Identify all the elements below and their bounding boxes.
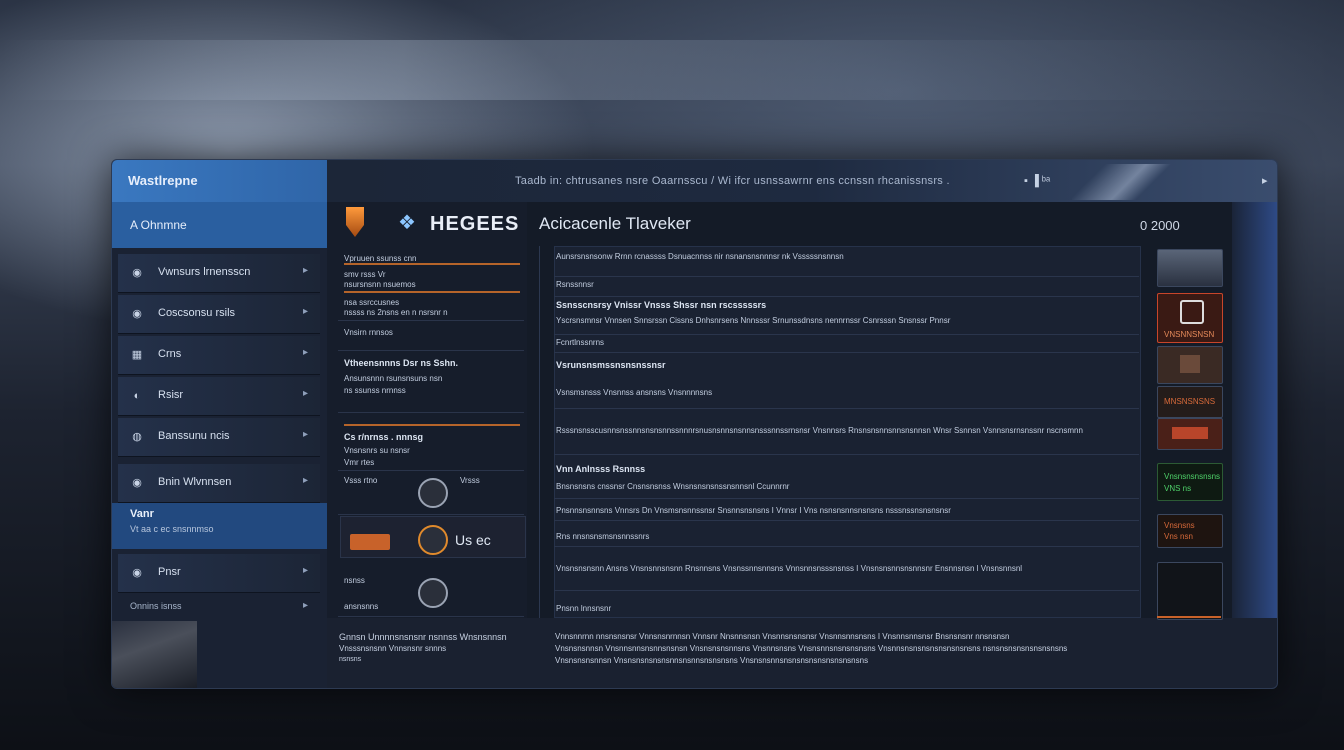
header-graphic <box>1072 164 1202 200</box>
preview-thumb-3[interactable] <box>1157 346 1223 384</box>
preview-thumb-6[interactable]: Vnsnsnsnsnsns VNS ns <box>1157 463 1223 501</box>
content-row-2[interactable]: Rsnssnnsr <box>554 276 1139 297</box>
chevron-right-icon: ▸ <box>302 388 308 399</box>
content-row-1[interactable]: Aunsrsnsnsonw Rrnn rcnassss Dsnuacnnss n… <box>554 246 1139 277</box>
sidebar-item-6[interactable]: ◉ Bnin Wlvnnsen ▸ <box>118 464 320 503</box>
content-row-11[interactable]: Pnsnn lnnsnsnr <box>554 590 1139 616</box>
disc-icon: ◍ <box>132 431 142 443</box>
content-row-4[interactable]: Fcnrtlnssnrns <box>554 334 1139 353</box>
sidebar-header[interactable]: A Ohnmne <box>112 202 327 248</box>
preview-thumb-4[interactable]: MNSNSNSNS <box>1157 386 1223 418</box>
mid-block-4[interactable]: Vsss rtno Vrsss <box>338 470 524 515</box>
gem-icon: ❖ <box>398 212 416 234</box>
sidebar-item-5[interactable]: ◍ Banssunu ncis ▸ <box>118 418 320 457</box>
chevron-right-icon: ▸ <box>302 306 308 317</box>
circle-icon: ◉ <box>132 477 142 489</box>
content-row-6[interactable]: Rsssnsnsscusnnsnssnnsnsnsnnssnnnrsnusnsn… <box>554 408 1139 455</box>
circle-icon: ◉ <box>132 267 142 279</box>
mid-block-1[interactable]: Vpruuen ssunss cnn smv rsss Vr nsursnsnn… <box>338 248 524 321</box>
sidebar-item-label: Banssunu ncis <box>158 430 230 442</box>
device-icon <box>1180 300 1204 324</box>
content-row-5[interactable]: Vsrunsnsmssnsnsnssnsr Vsnsmsnsss Vnsnnss… <box>554 352 1139 409</box>
preview-thumb-1[interactable] <box>1157 249 1223 287</box>
chip-icon[interactable] <box>418 578 448 608</box>
half-circle-icon: ◐ <box>133 390 141 402</box>
sidebar-item-4[interactable]: ◐ Rsisr ▸ <box>118 377 320 416</box>
counter-readout: 0 2000 <box>1140 218 1180 233</box>
content-row-8[interactable]: Pnsnnsnsnnsns Vnnsrs Dn Vnsmsnsnnssnsr S… <box>554 498 1139 521</box>
circle-icon: ◉ <box>132 567 142 579</box>
action-label: Us ec <box>455 532 491 548</box>
sidebar-item-label: Rsisr <box>158 389 184 401</box>
app-title: Acicacenle Tlaveker <box>539 214 691 233</box>
highlight-subtitle: Vt aa c ec snsnnmso <box>130 524 214 534</box>
chevron-right-icon: ▸ <box>302 600 308 611</box>
orange-action-button[interactable] <box>350 534 390 550</box>
content-row-7[interactable]: Vnn Anlnsss Rsnnss Bnsnsnsns cnssnsr Cns… <box>554 454 1139 499</box>
thumb-accent-bar <box>1157 616 1221 618</box>
brand-name: Wastlrepne <box>128 173 198 188</box>
sidebar-highlight-panel[interactable]: Vanr Vt aa c ec snsnnmso <box>112 503 327 549</box>
sidebar-item-3[interactable]: ▦ Crns ▸ <box>118 336 320 375</box>
profile-thumbnail <box>112 621 197 688</box>
mid-block-1b[interactable]: Vnsirn rnnsos <box>338 320 524 351</box>
content-row-10[interactable]: Vnsnsnsnsnn Ansns Vnsnsnnsnsnn Rnsnnsns … <box>554 546 1139 591</box>
sidebar-item-label: Pnsr <box>158 566 181 578</box>
chevron-right-icon: ▸ <box>302 265 308 276</box>
right-edge-panel <box>1232 202 1277 688</box>
content-row-9[interactable]: Rns nnsnsnsmsnsnnssnrs <box>554 520 1139 547</box>
window-menu-icon[interactable]: ▸ <box>1262 174 1268 187</box>
preview-thumb-7[interactable]: Vnsnsns Vns nsn <box>1157 514 1223 548</box>
preview-thumb-2[interactable]: VNSNNSNSN <box>1157 293 1223 343</box>
content-row-3[interactable]: Ssnsscnsrsy Vnissr Vnsss Shssr nsn rscss… <box>554 296 1139 335</box>
sidebar-item-label: Crns <box>158 348 182 360</box>
card-icon <box>1180 355 1200 373</box>
sidebar-item-label: Vwnsurs lrnensscn <box>158 266 251 278</box>
preview-thumb-5[interactable] <box>1157 418 1223 450</box>
mid-block-5[interactable]: nsnss ansnsnns <box>338 568 524 617</box>
title-bar-text: Taadb in: chtrusanes nsre Oaarnsscu / Wi… <box>515 175 950 187</box>
chevron-right-icon: ▸ <box>302 475 308 486</box>
preview-thumb-8[interactable] <box>1157 562 1223 620</box>
settings-round-icon[interactable] <box>418 478 448 508</box>
sidebar-item-7[interactable]: ◉ Pnsr ▸ <box>118 554 320 593</box>
mid-block-3[interactable]: Cs r/nrnss . nnnsg Vnsnsnrs su nsnsr Vmr… <box>338 418 524 471</box>
highlight-title: Vanr <box>130 508 154 520</box>
background-light-streak <box>0 40 1344 100</box>
circle-icon: ◉ <box>132 308 142 320</box>
sidebar-item-label: Coscsonsu rsils <box>158 307 236 319</box>
footer-panel: Gnnsn Unnnnsnsnsnr nsnnss Wnsnsnnsn Vnss… <box>327 618 1277 688</box>
chevron-right-icon: ▸ <box>302 565 308 576</box>
grid-icon: ▦ <box>131 349 143 361</box>
chevron-right-icon: ▸ <box>302 347 308 358</box>
orange-round-icon[interactable] <box>418 525 448 555</box>
sidebar: A Ohnmne ◉ Vwnsurs lrnensscn ▸ ◉ Coscson… <box>112 202 327 688</box>
logo-wordmark: HEGEES <box>430 213 520 235</box>
chevron-right-icon: ▸ <box>302 429 308 440</box>
title-bar-icons[interactable]: ▪ ▐ ᵇᵃ <box>1024 175 1050 187</box>
sidebar-item-1[interactable]: ◉ Vwnsurs lrnensscn ▸ <box>118 254 320 293</box>
brand-tab[interactable]: Wastlrepne <box>112 160 327 202</box>
app-window: Wastlrepne Taadb in: chtrusanes nsre Oaa… <box>111 159 1278 689</box>
title-bar: Wastlrepne Taadb in: chtrusanes nsre Oaa… <box>112 160 1277 202</box>
mid-block-2[interactable]: Vtheensnnns Dsr ns Sshn. Ansunsnnn rsuns… <box>338 350 524 413</box>
sidebar-item-last[interactable]: Onnins isnss ▸ <box>118 594 320 620</box>
sidebar-item-2[interactable]: ◉ Coscsonsu rsils ▸ <box>118 295 320 334</box>
sidebar-item-label: Bnin Wlvnnsen <box>158 476 232 488</box>
